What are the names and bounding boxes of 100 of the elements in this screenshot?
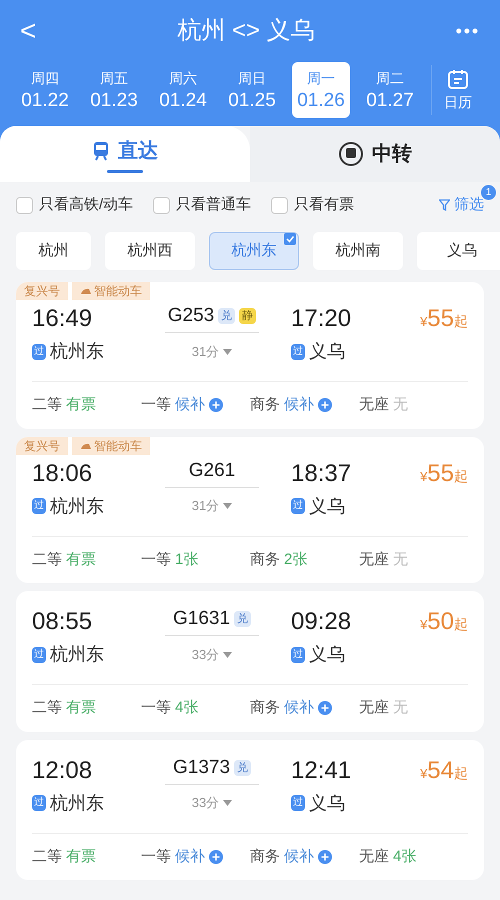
plus-icon[interactable] xyxy=(318,850,332,864)
train-number: G1373 xyxy=(172,756,230,780)
pass-mark: 过 xyxy=(291,498,305,514)
seat-status[interactable]: 候补 xyxy=(175,394,205,416)
seat-status: 有票 xyxy=(66,550,96,570)
pass-mark: 过 xyxy=(32,646,46,662)
departure-time: 18:06 xyxy=(32,458,94,488)
seat-status[interactable]: 候补 xyxy=(175,846,205,868)
train-number: G253 xyxy=(168,304,214,328)
station-chip[interactable]: 义乌 xyxy=(417,232,500,270)
departure-station: 杭州东 xyxy=(50,792,104,814)
train-badge: 兑 xyxy=(234,611,252,627)
train-tag: 智能动车 xyxy=(72,436,150,454)
check-icon xyxy=(284,233,296,245)
seat-class: 商务 xyxy=(250,395,280,415)
arrival-station: 义乌 xyxy=(309,792,345,814)
seat-status: 2张 xyxy=(284,550,308,570)
seat-status: 有票 xyxy=(66,846,96,866)
pass-mark: 过 xyxy=(291,344,305,360)
arrival-time: 09:28 xyxy=(290,607,352,637)
pass-mark: 过 xyxy=(291,795,305,811)
train-card[interactable]: 08:55 G1631 兑 09:28 ¥50起 过 杭州东 33分 过 义乌 二等 有票 一等 4张 商务 候补 无座 无 xyxy=(16,591,484,732)
back-button[interactable]: < xyxy=(20,17,36,45)
train-card[interactable]: 复兴号 智能动车 18:06 G261 18:37 ¥55起 过 杭州东 31分 过 义乌 二等 有票 一等 1张 商务 2张 无座 无 xyxy=(16,436,484,583)
filter-button[interactable]: 筛选 xyxy=(439,194,484,216)
arrival-station: 义乌 xyxy=(309,494,345,518)
date-tab[interactable]: 周一 01.26 xyxy=(292,62,350,118)
station-chip[interactable]: 杭州 xyxy=(16,232,91,270)
train-tag: 智能动车 xyxy=(72,282,150,300)
calendar-icon xyxy=(447,68,469,90)
duration: 31分 xyxy=(192,342,220,361)
station-chip[interactable]: 杭州东 xyxy=(209,232,299,270)
seat-status: 有票 xyxy=(66,395,96,415)
price: ¥54起 xyxy=(420,756,468,786)
mode-tab[interactable]: 中转 xyxy=(250,126,500,182)
seat-class: 无座 xyxy=(359,846,389,866)
duration: 33分 xyxy=(192,794,220,812)
filter-checkbox[interactable]: 只看高铁/动车 xyxy=(16,194,134,216)
departure-station: 杭州东 xyxy=(50,494,104,518)
duration: 33分 xyxy=(192,646,220,664)
route-title: 杭州 <> 义乌 xyxy=(177,16,315,46)
price: ¥55起 xyxy=(420,304,468,334)
caret-icon[interactable] xyxy=(223,800,232,806)
seat-status[interactable]: 候补 xyxy=(284,846,314,868)
seat-class: 无座 xyxy=(359,698,389,718)
filter-checkbox[interactable]: 只看普通车 xyxy=(153,194,252,216)
seat-status[interactable]: 候补 xyxy=(284,697,314,720)
arrival-station: 义乌 xyxy=(309,643,345,666)
caret-icon[interactable] xyxy=(223,503,232,509)
caret-icon[interactable] xyxy=(223,348,232,354)
pass-mark: 过 xyxy=(32,498,46,514)
train-number: G1631 xyxy=(172,607,230,631)
departure-time: 16:49 xyxy=(32,304,94,334)
seat-status: 有票 xyxy=(66,698,96,718)
train-tag: 复兴号 xyxy=(16,282,68,300)
seat-class: 无座 xyxy=(359,395,389,415)
departure-time: 12:08 xyxy=(32,756,94,786)
filter-checkbox[interactable]: 只看有票 xyxy=(271,194,354,216)
seat-class: 一等 xyxy=(141,698,171,718)
caret-icon[interactable] xyxy=(223,652,232,658)
plus-icon[interactable] xyxy=(209,398,223,412)
date-tab[interactable]: 周二 01.27 xyxy=(361,62,419,118)
seat-class: 商务 xyxy=(250,846,280,866)
mode-tab[interactable]: 直达 xyxy=(0,126,250,182)
date-tab[interactable]: 周日 01.25 xyxy=(223,62,281,118)
filter-icon xyxy=(439,199,450,211)
price: ¥55起 xyxy=(420,458,468,488)
seat-status: 无 xyxy=(393,395,408,415)
seat-status[interactable]: 候补 xyxy=(284,394,314,416)
train-badge: 静 xyxy=(239,308,256,324)
plus-icon[interactable] xyxy=(318,398,332,412)
arrival-time: 18:37 xyxy=(290,458,352,488)
plus-icon[interactable] xyxy=(318,701,332,716)
date-tab[interactable]: 周六 01.24 xyxy=(154,62,212,118)
train-card[interactable]: 12:08 G1373 兑 12:41 ¥54起 过 杭州东 33分 过 义乌 二等 有票 一等 候补 商务 候补 无座 4张 xyxy=(16,740,484,880)
price: ¥50起 xyxy=(420,607,468,637)
seat-status: 4张 xyxy=(175,698,198,718)
seat-status: 4张 xyxy=(393,846,416,866)
seat-status: 无 xyxy=(393,550,408,570)
station-chip[interactable]: 杭州南 xyxy=(313,232,403,270)
train-tag: 复兴号 xyxy=(16,436,68,454)
seat-class: 二等 xyxy=(32,395,62,415)
plus-icon[interactable] xyxy=(209,850,223,864)
seat-class: 二等 xyxy=(32,550,62,570)
train-card[interactable]: 复兴号 智能动车 16:49 G253 兑 静 17:20 ¥55起 过 杭州东 31分 过 义乌 二等 有票 一等 候补 商务 候补 无座 无 xyxy=(16,282,484,428)
arrival-time: 17:20 xyxy=(290,304,352,334)
date-tab[interactable]: 周五 01.23 xyxy=(85,62,143,118)
calendar-button[interactable]: 日历 xyxy=(432,68,484,112)
seat-class: 二等 xyxy=(32,846,62,866)
arrival-station: 义乌 xyxy=(309,340,345,363)
train-number: G261 xyxy=(188,458,236,482)
departure-time: 08:55 xyxy=(32,607,94,637)
seat-class: 一等 xyxy=(141,395,171,415)
date-tab[interactable]: 周四 01.22 xyxy=(16,62,74,118)
station-chip[interactable]: 杭州西 xyxy=(105,232,195,270)
train-badge: 兑 xyxy=(234,760,252,776)
pass-mark: 过 xyxy=(32,344,46,360)
pass-mark: 过 xyxy=(291,646,305,662)
seat-status: 1张 xyxy=(175,550,198,570)
more-button[interactable]: ••• xyxy=(456,18,480,44)
